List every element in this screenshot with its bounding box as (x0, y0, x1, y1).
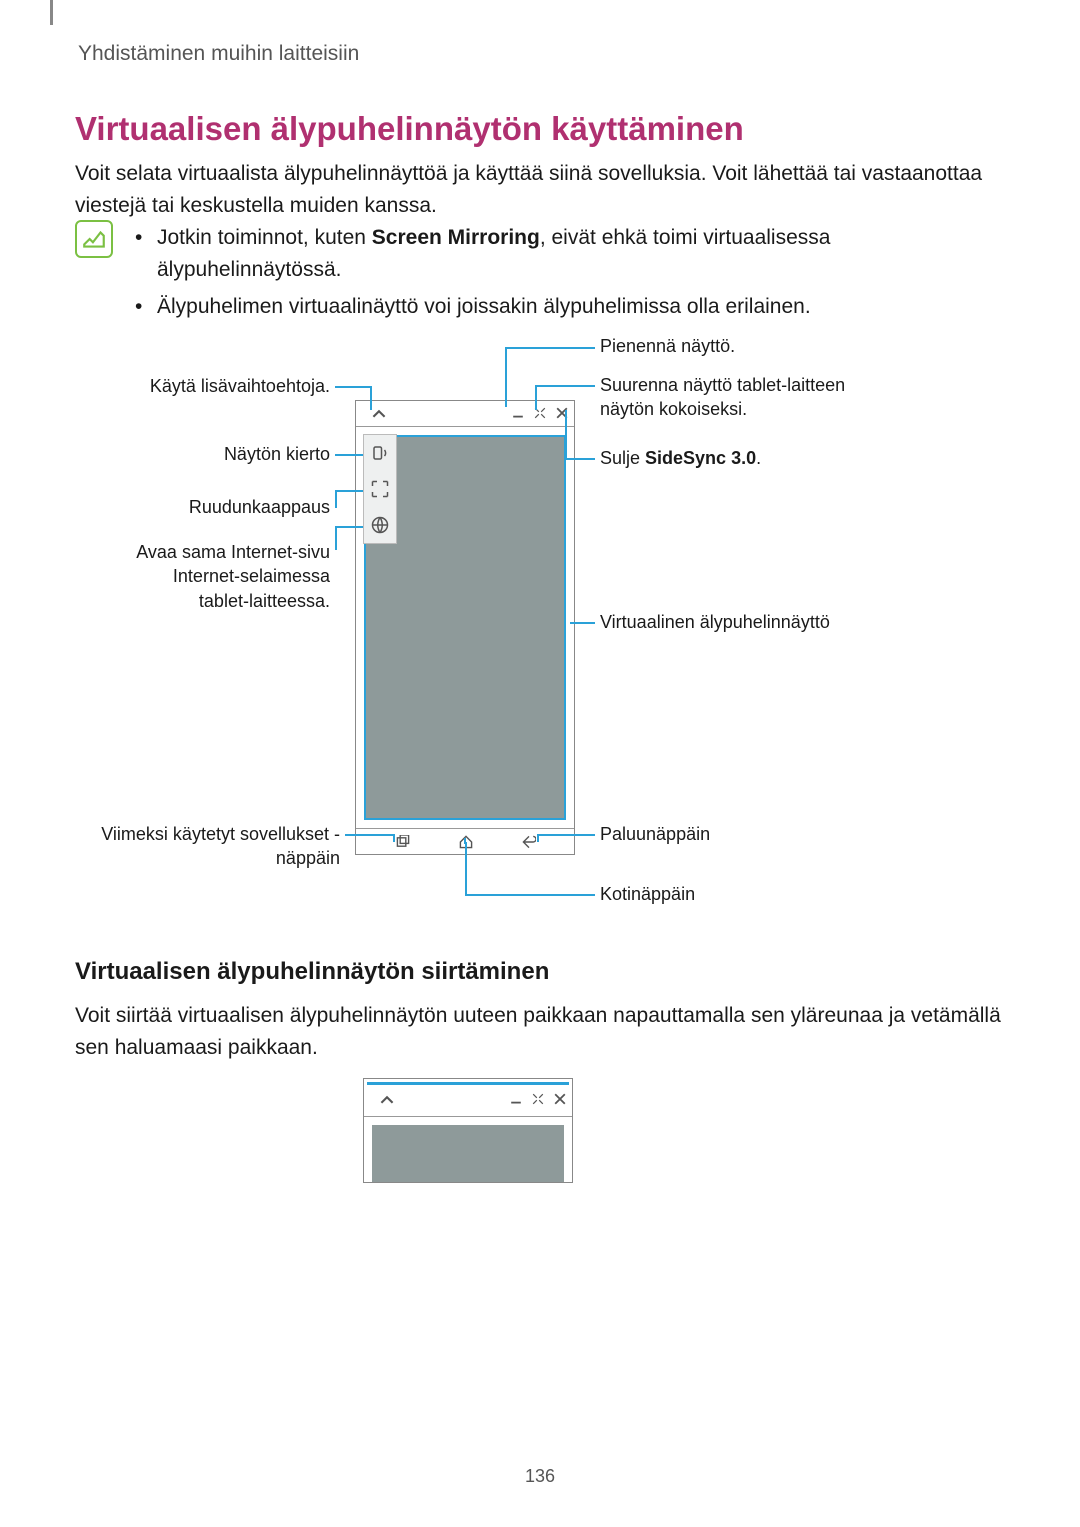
label-minimize: Pienennä näyttö. (600, 334, 735, 358)
sub-paragraph: Voit siirtää virtuaalisen älypuhelinnäyt… (75, 1000, 1005, 1063)
page-number: 136 (0, 1466, 1080, 1487)
note-item: Älypuhelimen virtuaalinäyttö voi joissak… (135, 291, 1005, 323)
page-title: Virtuaalisen älypuhelinnäytön käyttämine… (75, 110, 744, 148)
drag-highlight (367, 1082, 569, 1085)
back-icon (522, 835, 536, 849)
label-home: Kotinäppäin (600, 882, 695, 906)
note-item: Jotkin toiminnot, kuten Screen Mirroring… (135, 222, 1005, 285)
side-toolbar (363, 434, 397, 544)
screenshot-icon (364, 471, 396, 507)
phone-titlebar (356, 401, 574, 427)
browser-icon (364, 507, 396, 543)
label-more-options: Käytä lisävaihtoehtoja. (105, 374, 330, 398)
label-recent: Viimeksi käytetyt sovellukset -näppäin (95, 822, 340, 871)
minimize-icon (510, 1092, 522, 1110)
intro-paragraph: Voit selata virtuaalista älypuhelinnäytt… (75, 158, 1005, 221)
rotate-icon (364, 435, 396, 471)
label-virtual-screen: Virtuaalinen älypuhelinnäyttö (600, 610, 830, 634)
maximize-icon (532, 1092, 544, 1110)
minimize-icon (512, 406, 524, 424)
recent-apps-icon (396, 835, 410, 849)
note-list: Jotkin toiminnot, kuten Screen Mirroring… (135, 222, 1005, 329)
mini-phone-frame (363, 1078, 573, 1183)
label-rotate: Näytön kierto (165, 442, 330, 466)
chevron-up-icon (372, 407, 386, 426)
label-screenshot: Ruudunkaappaus (145, 495, 330, 519)
annotated-diagram: Pienennä näyttö. Suurenna näyttö tablet-… (75, 330, 1005, 920)
label-back: Paluunäppäin (600, 822, 710, 846)
mini-screen (372, 1125, 564, 1182)
subheading: Virtuaalisen älypuhelinnäytön siirtämine… (75, 958, 549, 986)
label-close: Sulje SideSync 3.0. (600, 446, 761, 470)
chevron-up-icon (380, 1093, 394, 1112)
mini-titlebar (364, 1087, 572, 1117)
label-browser: Avaa sama Internet-sivu Internet-selaime… (125, 540, 330, 613)
breadcrumb: Yhdistäminen muihin laitteisiin (78, 42, 359, 66)
close-icon (554, 1092, 566, 1110)
note-icon (75, 220, 113, 258)
label-maximize: Suurenna näyttö tablet-laitteen näytön k… (600, 373, 860, 422)
